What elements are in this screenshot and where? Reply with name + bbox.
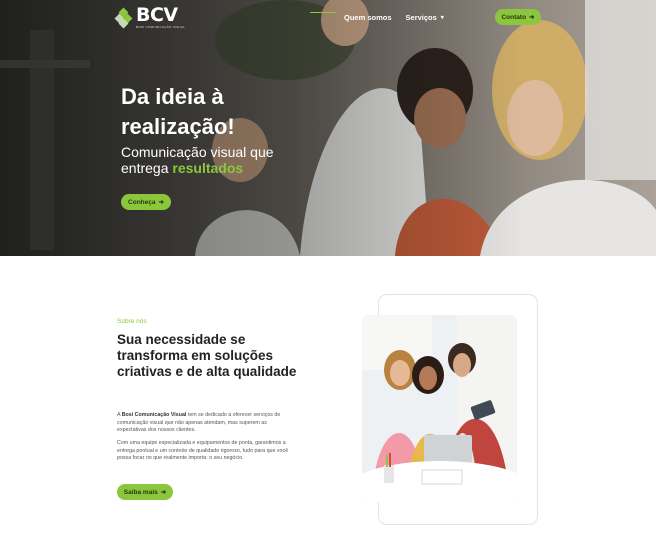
contact-button[interactable]: Contato ➜ [495,9,541,25]
contact-button-label: Contato [501,13,527,21]
about-title: Sua necessidade se transforma em soluçõe… [117,332,297,379]
hero-cta-button[interactable]: Conheça ➜ [121,194,171,210]
hero-subtitle-line1: Comunicação visual que [121,144,274,160]
logo-text: BCV BOSI COMUNICAÇÃO VISUAL [136,4,186,30]
logo[interactable]: BCV BOSI COMUNICAÇÃO VISUAL [114,4,186,30]
nav-item-servicos[interactable]: Serviços ▾ [406,13,444,22]
chevron-down-icon: ▾ [440,15,444,21]
logo-wordmark: BCV [136,4,178,26]
hero-subtitle-prefix: entrega [121,160,173,176]
nav-active-indicator [310,12,336,13]
about-paragraph-1: A Bosi Comunicação Visual tem se dedicad… [117,412,292,435]
arrow-right-icon: ➜ [160,489,167,496]
about-team-photo [362,315,517,502]
nav-item-quem-somos[interactable]: Quem somos [344,13,392,22]
hero-title-line1: Da ideia à [121,84,224,109]
hero-title-line2: realização! [121,114,235,139]
hero-subtitle-highlight: resultados [172,160,244,176]
saiba-mais-label: Saiba mais [123,488,158,496]
hero-overlay [0,0,656,256]
nav-item-label: Serviços [405,13,437,22]
arrow-right-icon: ➜ [158,199,164,206]
hero-subtitle: Comunicação visual que entrega resultado… [121,144,321,176]
arrow-right-icon: ➜ [529,14,535,21]
saiba-mais-button[interactable]: Saiba mais ➜ [117,484,173,500]
about-p1-brand: Bosi Comunicação Visual [121,412,187,418]
hero-cta-label: Conheça [128,198,156,206]
hero-title: Da ideia à realização! [121,82,321,142]
about-paragraph-2: Com uma equipe especializada e equipamen… [117,440,289,461]
main-nav: Quem somos Serviços ▾ [344,13,444,22]
nav-item-label: Quem somos [344,13,392,22]
logo-tagline: BOSI COMUNICAÇÃO VISUAL [136,25,186,29]
about-eyebrow: Sobre nós [117,318,147,325]
hero-section [0,0,656,256]
logo-mark-icon [114,7,133,28]
